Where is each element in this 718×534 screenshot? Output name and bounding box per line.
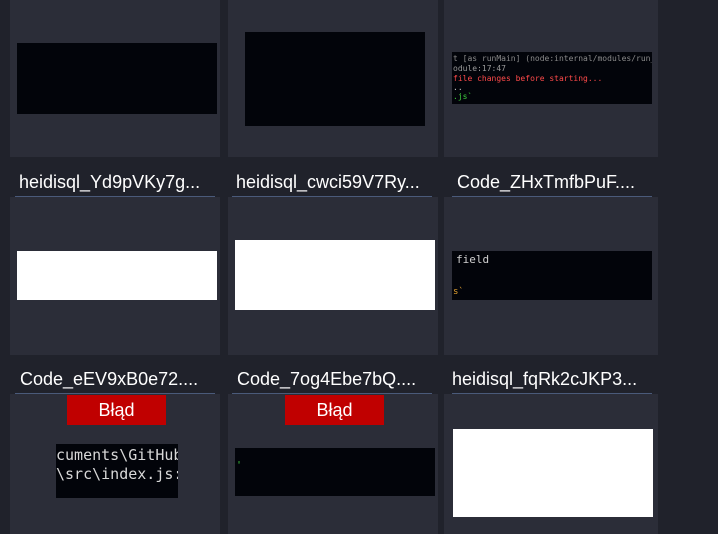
terminal-line: cuments\GitHub [56, 446, 178, 464]
terminal-line: file changes before starting... [453, 74, 603, 83]
thumbnail-tile-6[interactable]: field s` [444, 197, 658, 355]
thumbnail-tile-8[interactable]: Błąd ' [228, 394, 438, 534]
terminal-line: s` [453, 287, 464, 297]
thumbnail-tile-9[interactable] [444, 394, 658, 534]
window-preview: ' [235, 448, 435, 496]
error-badge: Błąd [67, 395, 166, 425]
thumbnail-tile-4[interactable] [10, 197, 220, 355]
tile-label[interactable]: Code_ZHxTmfbPuF.... [457, 171, 662, 193]
thumbnail-tile-1[interactable] [10, 0, 220, 157]
thumbnail-tile-2[interactable] [228, 0, 438, 157]
tile-label[interactable]: heidisql_fqRk2cJKP3... [452, 368, 657, 390]
tile-label[interactable]: heidisql_Yd9pVKy7g... [19, 171, 224, 193]
terminal-line: field [456, 253, 490, 266]
tile-label[interactable]: Code_7og4Ebe7bQ.... [237, 368, 442, 390]
thumbnail-tile-3[interactable]: t [as runMain] (node:internal/modules/ru… [444, 0, 658, 157]
window-preview: field s` [452, 251, 652, 300]
window-preview [235, 240, 435, 310]
error-badge: Błąd [285, 395, 384, 425]
terminal-line: .. [453, 83, 463, 92]
window-preview [453, 429, 653, 517]
tile-label[interactable]: Code_eEV9xB0e72.... [20, 368, 225, 390]
thumbnail-tile-5[interactable] [228, 197, 438, 355]
window-preview: t [as runMain] (node:internal/modules/ru… [452, 52, 652, 104]
terminal-line: odule:17:47 [453, 64, 506, 73]
terminal-line: \src\index.js: [56, 465, 178, 483]
thumbnail-tile-7[interactable]: Błąd cuments\GitHub \src\index.js: [10, 394, 220, 534]
terminal-line: ' [236, 460, 243, 471]
window-preview [17, 43, 217, 114]
window-preview [245, 32, 425, 126]
terminal-line: .js` [453, 92, 473, 101]
tile-label[interactable]: heidisql_cwci59V7Ry... [236, 171, 441, 193]
window-preview: cuments\GitHub \src\index.js: [56, 444, 178, 498]
terminal-line: t [as runMain] (node:internal/modules/ru… [453, 54, 652, 63]
window-preview [17, 251, 217, 300]
